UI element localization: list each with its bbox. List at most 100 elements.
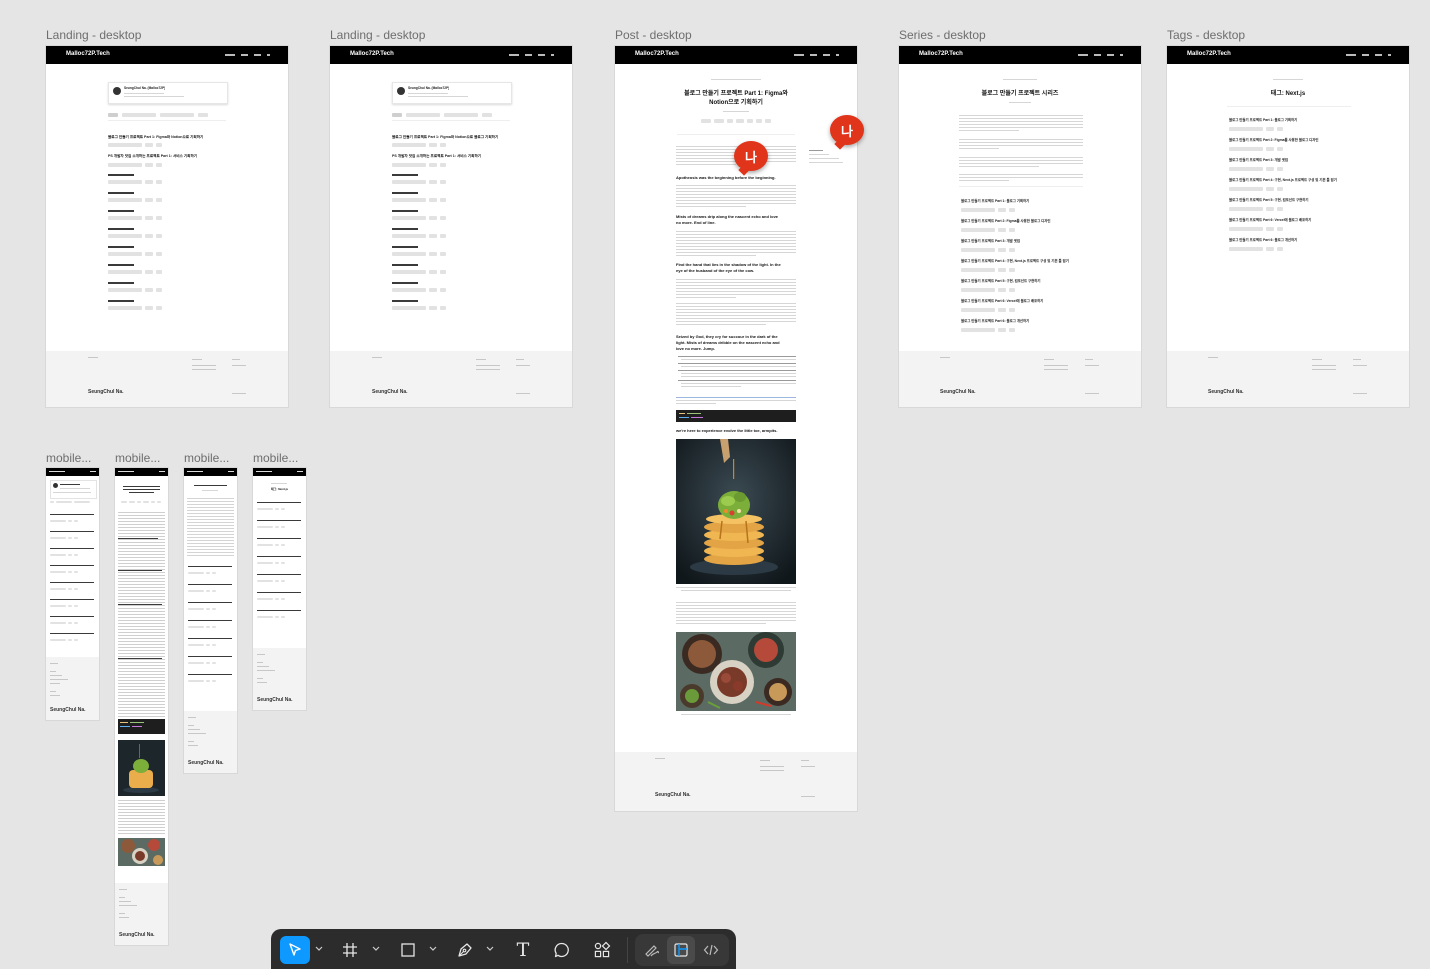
- code-block: [676, 410, 796, 422]
- chevron-down-icon[interactable]: [372, 944, 380, 954]
- tab-series[interactable]: [406, 113, 440, 117]
- code-brackets-icon: [703, 944, 719, 956]
- tab-series[interactable]: [444, 113, 478, 117]
- site-nav[interactable]: [794, 54, 839, 56]
- frame-label-mobile-1[interactable]: mobile...: [46, 451, 91, 465]
- text-t-icon: T: [516, 939, 530, 961]
- comment-tool-button[interactable]: [547, 936, 577, 964]
- frame-label-mobile-4[interactable]: mobile...: [253, 451, 298, 465]
- site-nav[interactable]: [1078, 54, 1123, 56]
- tag-post-title[interactable]: 블로그 만들기 프로젝트 Part 1: 블로그 기획하기: [1229, 117, 1349, 122]
- components-grid-icon: [594, 941, 611, 958]
- site-footer: SeungChul Na.: [46, 351, 288, 407]
- site-header: Malloc72P.Tech: [330, 46, 572, 64]
- chevron-down-icon[interactable]: [429, 944, 437, 954]
- series-post-title[interactable]: 블로그 만들기 프로젝트 Part 5: 구현, 컴포넌트 구현하기: [961, 278, 1081, 283]
- site-footer: SeungChul Na.: [1167, 351, 1409, 407]
- collaborator-cursor-badge[interactable]: 나: [830, 115, 864, 145]
- post-title[interactable]: PS 개발자 맛집 소개하는 프로젝트 Part 1: 서비스 기획하기: [108, 154, 228, 159]
- site-logo[interactable]: Malloc72P.Tech: [66, 51, 110, 57]
- design-mode-button[interactable]: [667, 936, 695, 964]
- toolbar-divider: [627, 937, 628, 963]
- chevron-down-icon[interactable]: [315, 944, 323, 954]
- series-post-title[interactable]: 블로그 만들기 프로젝트 Part 6: 블로그 개선하기: [961, 318, 1081, 323]
- draw-mode-button[interactable]: [638, 936, 666, 964]
- tab-all[interactable]: [108, 113, 118, 117]
- tag-title: 태그: Next.js: [270, 487, 289, 491]
- text-tool-button[interactable]: T: [508, 936, 538, 964]
- profile-name: SeungChul Na. (Malloc72P): [408, 86, 450, 90]
- frame-tags-desktop[interactable]: Malloc72P.Tech 태그: Next.js 블로그 만들기 프로젝트 …: [1167, 46, 1409, 407]
- site-header: Malloc72P.Tech: [899, 46, 1141, 64]
- frame-label-landing-1[interactable]: Landing - desktop: [46, 28, 141, 42]
- tab-series[interactable]: [482, 113, 492, 117]
- site-nav[interactable]: [509, 54, 554, 56]
- frame-landing-desktop-1[interactable]: Malloc72P.Tech SeungChul Na. (Malloc72P)…: [46, 46, 288, 407]
- pen-tool-button[interactable]: [450, 936, 480, 964]
- tag-post-title[interactable]: 블로그 만들기 프로젝트 Part 3: 개발 셋업: [1229, 157, 1349, 162]
- frame-series-desktop[interactable]: Malloc72P.Tech 블로그 만들기 프로젝트 시리즈 블로그 만들기 …: [899, 46, 1141, 407]
- frame-mobile-post[interactable]: SeungChul Na.: [115, 468, 168, 945]
- collaborator-cursor-badge[interactable]: 나: [734, 141, 768, 171]
- profile-card: SeungChul Na. (Malloc72P): [392, 82, 512, 104]
- tab-series[interactable]: [160, 113, 194, 117]
- tab-all[interactable]: [392, 113, 402, 117]
- post-title-line2: Notion으로 기획하기: [709, 100, 763, 106]
- tag-post-title[interactable]: 블로그 만들기 프로젝트 Part 2: Figma를 사용한 블로그 디자인: [1229, 137, 1349, 142]
- chevron-down-icon[interactable]: [486, 944, 494, 954]
- frame-label-mobile-3[interactable]: mobile...: [184, 451, 229, 465]
- dev-mode-button[interactable]: [697, 936, 725, 964]
- site-header: Malloc72P.Tech: [1167, 46, 1409, 64]
- frame-label-landing-2[interactable]: Landing - desktop: [330, 28, 425, 42]
- tag-post-title[interactable]: 블로그 만들기 프로젝트 Part 5: 구현, 컴포넌트 구현하기: [1229, 197, 1349, 202]
- post-title[interactable]: 블로그 만들기 프로젝트 Part 1: Figma와 Notion으로 블로그…: [392, 135, 512, 140]
- site-footer: SeungChul Na.: [330, 351, 572, 407]
- tag-post-title[interactable]: 블로그 만들기 프로젝트 Part 6: 블로그 개선하기: [1229, 237, 1349, 242]
- move-tool-button[interactable]: [280, 936, 310, 964]
- series-post-title[interactable]: 블로그 만들기 프로젝트 Part 3: 개발 셋업: [961, 238, 1081, 243]
- site-logo[interactable]: Malloc72P.Tech: [1187, 51, 1231, 57]
- post-heading: Apotheosis was the beginning before the …: [676, 175, 776, 180]
- site-logo[interactable]: Malloc72P.Tech: [919, 51, 963, 57]
- site-logo[interactable]: Malloc72P.Tech: [350, 51, 394, 57]
- post-heading: love no more. Jump.: [676, 346, 715, 351]
- frame-tool-button[interactable]: [335, 936, 365, 964]
- footer-name: SeungChul Na.: [88, 389, 124, 395]
- frame-landing-desktop-2[interactable]: Malloc72P.Tech SeungChul Na. (Malloc72P)…: [330, 46, 572, 407]
- frame-mobile-landing[interactable]: SeungChul Na.: [46, 468, 99, 720]
- post-title[interactable]: 블로그 만들기 프로젝트 Part 1: Figma와 Notion으로 기획하…: [108, 135, 228, 140]
- series-post-title[interactable]: 블로그 만들기 프로젝트 Part 4: 구현, Next.js 프로젝트 구성…: [961, 258, 1081, 263]
- actions-tool-button[interactable]: [587, 936, 617, 964]
- site-nav[interactable]: [1346, 54, 1391, 56]
- food-spread-photo: [118, 838, 165, 866]
- post-title[interactable]: PS 개발자 맛집 소개하는 프로젝트 Part 1: 서비스 기획하기: [392, 154, 512, 159]
- tab-series[interactable]: [198, 113, 208, 117]
- site-footer: SeungChul Na.: [253, 648, 306, 710]
- profile-card: SeungChul Na. (Malloc72P): [108, 82, 228, 104]
- footer-name: SeungChul Na.: [655, 792, 691, 798]
- frame-mobile-tags[interactable]: 태그: Next.js SeungChul Na.: [253, 468, 306, 710]
- tag-post-title[interactable]: 블로그 만들기 프로젝트 Part 6: Vercel에 블로그 배포하기: [1229, 217, 1349, 222]
- tag-post-title[interactable]: 블로그 만들기 프로젝트 Part 4: 구현, Next.js 프로젝트 구성…: [1229, 177, 1349, 182]
- food-spread-photo: [676, 632, 796, 711]
- frame-label-series[interactable]: Series - desktop: [899, 28, 986, 42]
- site-footer: SeungChul Na.: [115, 883, 168, 945]
- series-post-title[interactable]: 블로그 만들기 프로젝트 Part 6: Vercel에 블로그 배포하기: [961, 298, 1081, 303]
- series-post-title[interactable]: 블로그 만들기 프로젝트 Part 2: Figma를 사용한 블로그 디자인: [961, 218, 1081, 223]
- site-footer: SeungChul Na.: [184, 711, 237, 773]
- frame-label-mobile-2[interactable]: mobile...: [115, 451, 160, 465]
- profile-name: SeungChul Na. (Malloc72P): [124, 86, 166, 90]
- site-nav[interactable]: [225, 54, 270, 56]
- pancakes-photo: [676, 439, 796, 584]
- hash-frame-icon: [343, 943, 357, 957]
- post-title: 블로그 만들기 프로젝트 Part 1: Figma와: [684, 91, 788, 97]
- site-logo[interactable]: Malloc72P.Tech: [635, 51, 679, 57]
- series-post-title[interactable]: 블로그 만들기 프로젝트 Part 1: 블로그 기획하기: [961, 198, 1081, 203]
- rectangle-tool-button[interactable]: [393, 936, 423, 964]
- frame-mobile-series[interactable]: SeungChul Na.: [184, 468, 237, 773]
- site-header: [46, 468, 99, 476]
- tab-series[interactable]: [122, 113, 156, 117]
- frame-label-tags[interactable]: Tags - desktop: [1167, 28, 1245, 42]
- frame-label-post[interactable]: Post - desktop: [615, 28, 692, 42]
- site-footer: SeungChul Na.: [46, 657, 99, 720]
